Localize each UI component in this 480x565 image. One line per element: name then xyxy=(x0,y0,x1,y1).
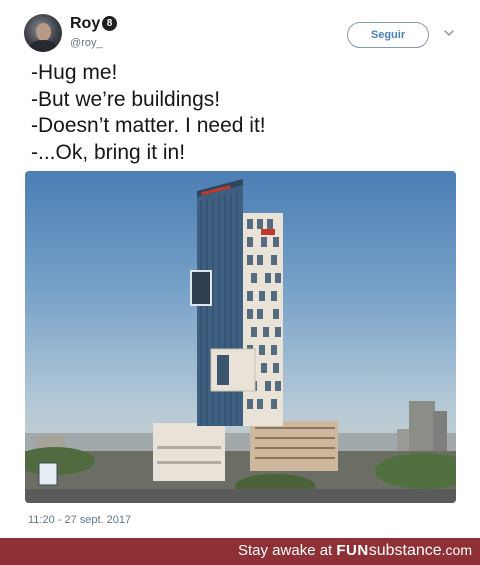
chevron-down-icon[interactable] xyxy=(443,27,455,39)
avatar[interactable] xyxy=(24,14,62,52)
number-badge-icon: 8 xyxy=(102,16,117,31)
user-name[interactable]: Roy xyxy=(70,15,100,33)
watermark-brand-tld: .com xyxy=(441,542,472,558)
tweet-line: -Hug me! xyxy=(31,61,118,84)
tweet-timestamp[interactable]: 11:20 - 27 sept. 2017 xyxy=(28,514,131,526)
tweet-text: -Hug me! -But we’re buildings! -Doesn’t … xyxy=(31,60,461,166)
follow-button[interactable]: Seguir xyxy=(347,22,429,48)
user-handle[interactable]: @roy_ xyxy=(70,37,103,49)
tweet-photo[interactable] xyxy=(25,171,456,503)
watermark-bar: Stay awake at FUNsubstance.com xyxy=(0,538,480,565)
watermark-brand-substance: substance xyxy=(368,542,442,559)
tweet-line: -...Ok, bring it in! xyxy=(31,140,186,164)
watermark-brand-fun: FUN xyxy=(336,542,369,559)
watermark-prefix: Stay awake at xyxy=(238,542,337,559)
tweet-header: Roy 8 @roy_ Seguir xyxy=(0,0,480,60)
tweet-line: -But we’re buildings! xyxy=(31,87,221,111)
tweet-line: -Doesn’t matter. I need it! xyxy=(31,114,266,137)
watermark-text[interactable]: Stay awake at FUNsubstance.com xyxy=(238,542,472,560)
